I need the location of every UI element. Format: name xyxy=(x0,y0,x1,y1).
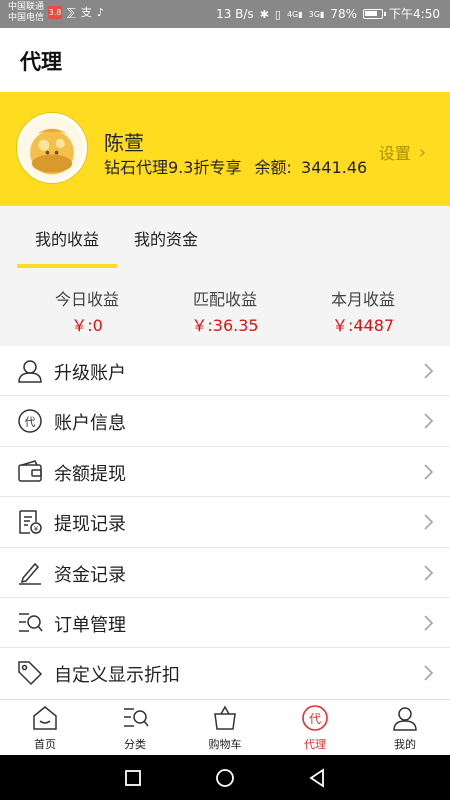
bottom-nav: 首页 分类 购物车 代 代理 我的 xyxy=(0,699,450,755)
signal-3g-icon: 3G▮ xyxy=(308,9,325,19)
menu-item-withdraw-records[interactable]: ¥ 提现记录 xyxy=(0,497,450,548)
receipt-icon: ¥ xyxy=(17,509,43,535)
cart-icon xyxy=(211,704,239,732)
status-bar: 中国联通 中国电信 3.8 ⅀ 支 ♪ 13 B/s ✱ ▯ 4G▮ 3G▮ 7… xyxy=(0,0,450,28)
menu-label: 余额提现 xyxy=(54,463,126,485)
menu-label: 订单管理 xyxy=(54,614,126,636)
menu-item-fund-records[interactable]: 资金记录 xyxy=(0,548,450,598)
avatar[interactable] xyxy=(17,113,87,183)
chevron-right-icon xyxy=(422,463,434,481)
wallet-icon xyxy=(17,459,43,485)
notification-icons: 3.8 ⅀ 支 ♪ xyxy=(48,6,104,19)
menu-item-custom-discount[interactable]: 自定义显示折扣 xyxy=(0,648,450,698)
earnings-month: 本月收益 ￥:4487 xyxy=(288,286,438,336)
battery-icon xyxy=(363,9,387,19)
earnings-summary: 今日收益 ￥:0 匹配收益 ￥:36.35 本月收益 ￥:4487 xyxy=(0,268,450,346)
earnings-match-value: ￥:36.35 xyxy=(191,316,259,335)
status-right: 13 B/s ✱ ▯ 4G▮ 3G▮ 78% 下午4:50 xyxy=(216,6,440,22)
home-icon xyxy=(31,704,59,732)
signal-4g-icon: 4G▮ xyxy=(286,9,303,19)
menu-label: 自定义显示折扣 xyxy=(54,665,180,687)
balance-label: 余额: xyxy=(254,158,292,177)
chevron-right-icon xyxy=(422,412,434,430)
app-header: 代理 xyxy=(0,28,450,92)
tab-my-funds[interactable]: 我的资金 xyxy=(134,226,198,250)
signal-3g-label: 3G xyxy=(308,9,320,19)
system-nav-bar xyxy=(0,755,450,800)
page-title: 代理 xyxy=(20,50,62,74)
pencil-icon xyxy=(17,560,43,586)
user-level: 钻石代理9.3折专享 余额: 3441.46 xyxy=(104,154,367,178)
nav-profile[interactable]: 我的 xyxy=(360,704,450,756)
carrier-info: 中国联通 中国电信 xyxy=(8,2,44,24)
menu-item-upgrade-account[interactable]: 升级账户 xyxy=(0,346,450,397)
menu-label: 资金记录 xyxy=(54,564,126,586)
profile-card: 陈萱 钻石代理9.3折专享 余额: 3441.46 设置 › xyxy=(0,92,450,206)
level-text: 钻石代理9.3折专享 xyxy=(104,158,242,177)
menu-item-order-management[interactable]: 订单管理 xyxy=(0,598,450,649)
nav-category[interactable]: 分类 xyxy=(90,704,180,756)
chevron-right-icon xyxy=(422,513,434,531)
app-screen: 中国联通 中国电信 3.8 ⅀ 支 ♪ 13 B/s ✱ ▯ 4G▮ 3G▮ 7… xyxy=(0,0,450,800)
vibrate-icon: ▯ xyxy=(274,7,281,21)
clock: 下午4:50 xyxy=(389,7,440,21)
user-icon xyxy=(17,358,43,384)
nav-label: 购物车 xyxy=(208,738,242,751)
chevron-right-icon xyxy=(422,362,434,380)
nav-cart[interactable]: 购物车 xyxy=(180,704,270,756)
tab-my-earnings[interactable]: 我的收益 xyxy=(35,226,99,250)
menu-label: 升级账户 xyxy=(54,363,126,384)
menu-label: 提现记录 xyxy=(54,514,126,536)
earnings-today-label: 今日收益 xyxy=(54,290,119,309)
tiktok-icon: ♪ xyxy=(96,6,104,19)
alipay-icon: 支 xyxy=(80,6,92,19)
agent-icon: 代 xyxy=(301,704,329,732)
recent-apps-icon[interactable] xyxy=(122,767,144,789)
menu-item-withdraw-balance[interactable]: 余额提现 xyxy=(0,447,450,498)
svg-text:¥: ¥ xyxy=(34,525,39,533)
bluetooth-icon: ✱ xyxy=(259,7,269,21)
nav-agent[interactable]: 代 代理 xyxy=(270,704,360,756)
home-button-icon[interactable] xyxy=(214,767,236,789)
menu-item-account-info[interactable]: 代 账户信息 xyxy=(0,396,450,447)
signal-mute-icon: ⅀ xyxy=(67,6,76,19)
chevron-right-icon xyxy=(422,664,434,682)
earnings-match-label: 匹配收益 xyxy=(192,290,257,309)
earnings-month-value: ￥:4487 xyxy=(331,316,395,335)
earnings-month-label: 本月收益 xyxy=(330,290,395,309)
menu-list: 升级账户 代 账户信息 余额提现 ¥ 提现记录 资金记录 订单管理 自定义显示折… xyxy=(0,346,450,699)
notification-badge-icon: 3.8 xyxy=(48,6,62,19)
svg-text:代: 代 xyxy=(25,416,36,429)
nav-label: 首页 xyxy=(34,738,56,751)
settings-button[interactable]: 设置 › xyxy=(379,140,426,164)
carrier-1: 中国联通 xyxy=(8,2,45,12)
network-speed: 13 B/s xyxy=(216,7,254,21)
nav-label: 我的 xyxy=(394,738,416,751)
earnings-today-value: ￥:0 xyxy=(71,316,103,335)
back-icon[interactable] xyxy=(306,767,328,789)
balance-value: 3441.46 xyxy=(301,158,368,177)
carrier-2: 中国电信 xyxy=(8,13,45,23)
chevron-right-icon xyxy=(422,564,434,582)
chevron-right-icon: › xyxy=(418,141,426,163)
agent-badge-icon: 代 xyxy=(17,408,43,434)
nav-label: 分类 xyxy=(124,738,146,751)
battery-percent: 78% xyxy=(330,7,358,21)
tag-icon xyxy=(17,660,43,686)
settings-label: 设置 xyxy=(378,144,411,163)
earnings-tabs: 我的收益 我的资金 xyxy=(0,206,450,268)
category-search-icon xyxy=(121,704,149,732)
profile-icon xyxy=(391,704,419,732)
menu-label: 账户信息 xyxy=(54,413,126,435)
signal-4g-label: 4G xyxy=(286,9,299,19)
earnings-today: 今日收益 ￥:0 xyxy=(12,286,162,336)
svg-text:代: 代 xyxy=(309,712,321,726)
user-name: 陈萱 xyxy=(104,131,144,155)
earnings-match: 匹配收益 ￥:36.35 xyxy=(150,286,300,336)
nav-home[interactable]: 首页 xyxy=(0,704,90,756)
order-list-icon xyxy=(17,610,43,636)
chevron-right-icon xyxy=(422,614,434,632)
nav-label: 代理 xyxy=(304,738,326,751)
